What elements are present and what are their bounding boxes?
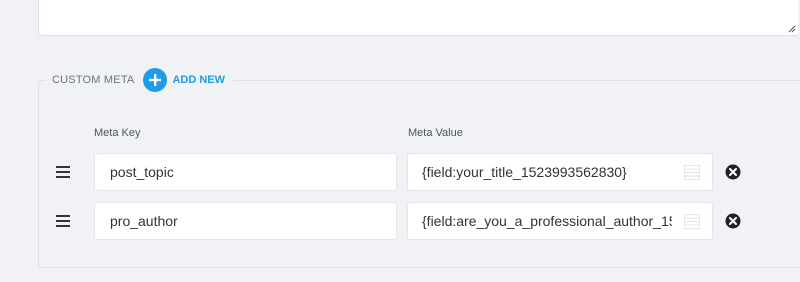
drag-handle-icon[interactable] [56,215,70,227]
remove-row-icon[interactable] [725,213,741,229]
meta-row [0,153,800,191]
custom-meta-legend: CUSTOM META ADD NEW [46,66,234,94]
meta-key-input[interactable] [94,202,397,240]
field-list-icon[interactable] [684,214,700,229]
remove-row-icon[interactable] [725,164,741,180]
add-new-button[interactable]: ADD NEW [143,68,225,92]
field-list-icon[interactable] [684,165,700,180]
resize-handle-icon[interactable] [788,25,796,33]
meta-key-header: Meta Key [94,127,141,139]
drag-handle-icon[interactable] [56,166,70,178]
meta-value-input[interactable] [407,153,713,191]
meta-value-input[interactable] [407,202,713,240]
textarea-bottom-edge[interactable] [38,0,798,36]
section-title: CUSTOM META [52,74,135,86]
meta-key-input[interactable] [94,153,397,191]
plus-circle-icon[interactable] [143,68,168,92]
meta-value-header: Meta Value [408,127,463,139]
add-new-label[interactable]: ADD NEW [172,74,225,86]
meta-row [0,202,800,240]
